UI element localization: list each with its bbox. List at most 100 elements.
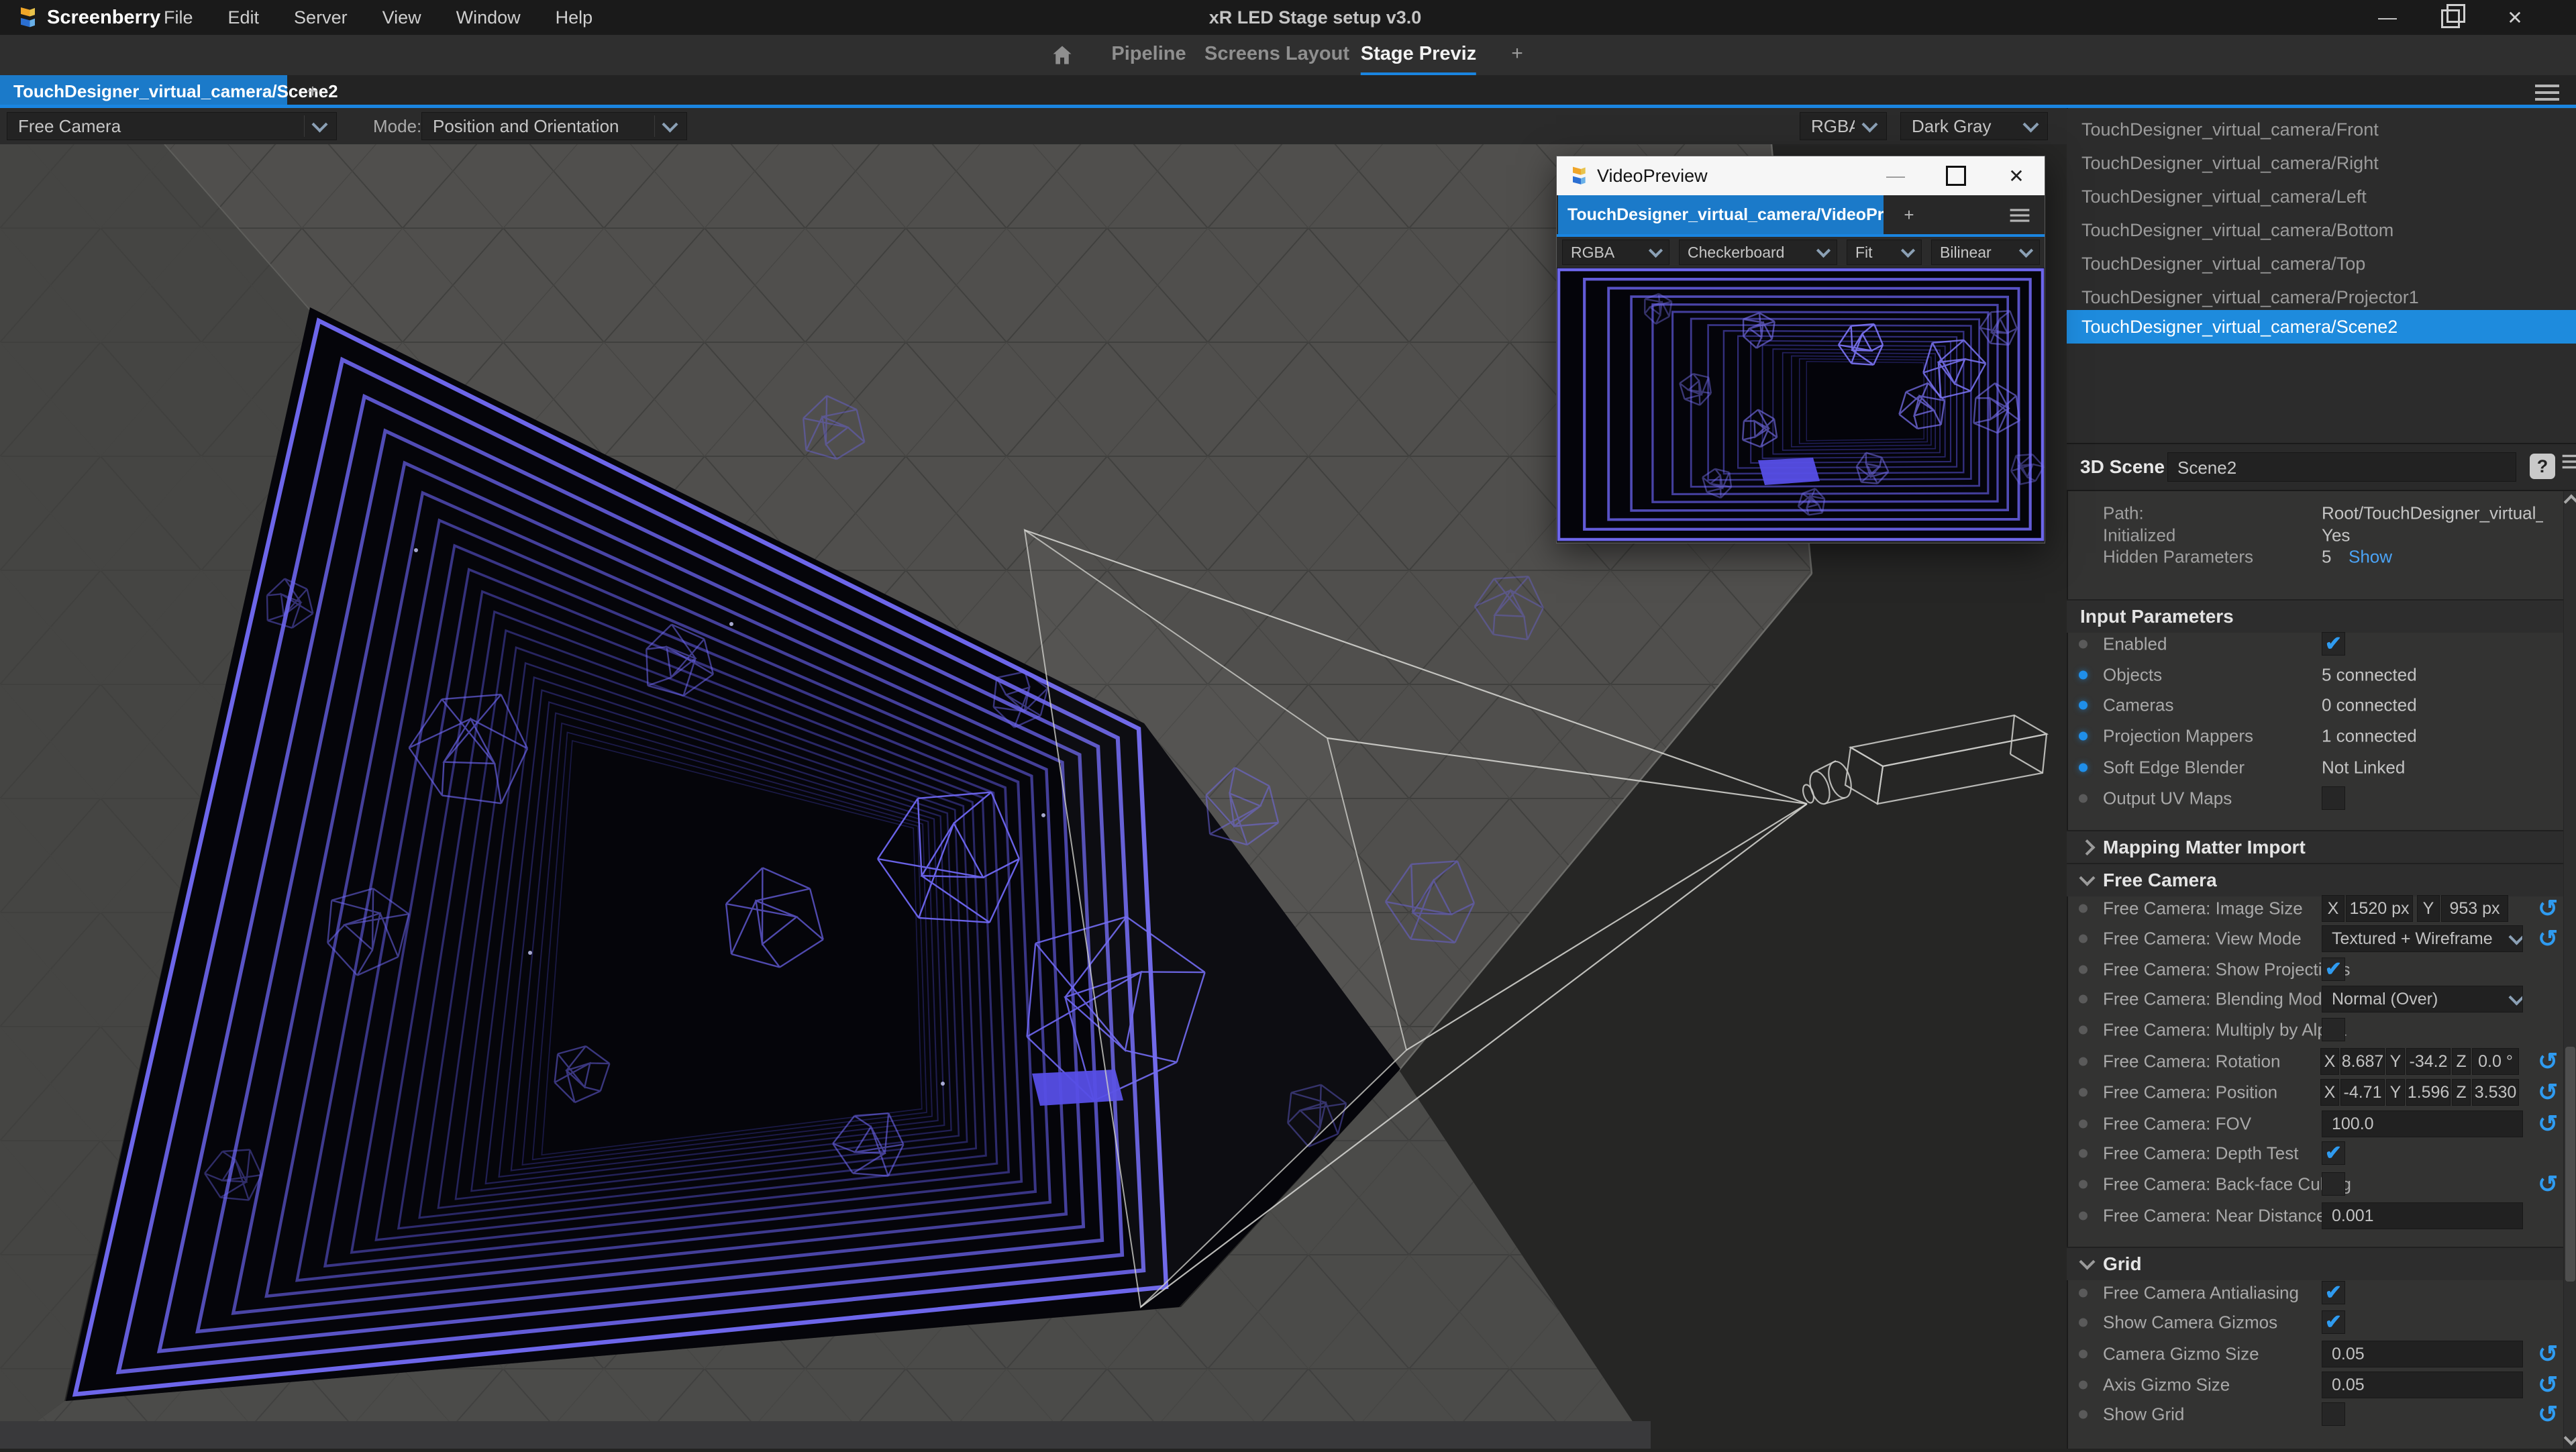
video-preview-titlebar[interactable]: VideoPreview — ✕ bbox=[1557, 156, 2045, 195]
menu-server[interactable]: Server bbox=[291, 0, 350, 35]
show-grid-checkbox[interactable] bbox=[2322, 1402, 2345, 1426]
image-size-y-field[interactable]: 953 px bbox=[2441, 895, 2508, 922]
camera-list-item[interactable]: TouchDesigner_virtual_camera/Top bbox=[2067, 247, 2576, 280]
param-label: Camera Gizmo Size bbox=[2103, 1344, 2259, 1365]
param-bullet bbox=[2079, 904, 2088, 913]
scene-name-input[interactable]: Scene2 bbox=[2167, 452, 2516, 482]
show-projections-checkbox[interactable] bbox=[2322, 957, 2345, 981]
reset-icon[interactable]: ↺ bbox=[2538, 1373, 2558, 1397]
video-preview-menu-icon[interactable] bbox=[2010, 206, 2030, 225]
rotation-y-field[interactable]: -34.2 bbox=[2406, 1048, 2451, 1075]
document-tab-add-button[interactable]: + bbox=[299, 75, 326, 107]
param-row-blending-mode: Free Camera: Blending Mode Normal (Over) bbox=[2067, 984, 2566, 1014]
reset-icon[interactable]: ↺ bbox=[2538, 1112, 2558, 1136]
param-row-axis-gizmo-size: Axis Gizmo Size 0.05 ↺ bbox=[2067, 1370, 2566, 1400]
section-title: Input Parameters bbox=[2080, 606, 2234, 627]
reset-icon[interactable]: ↺ bbox=[2538, 1172, 2558, 1196]
param-bullet bbox=[2079, 1120, 2088, 1129]
camera-list-item[interactable]: TouchDesigner_virtual_camera/Front bbox=[2067, 113, 2576, 146]
section-free-camera[interactable]: Free Camera bbox=[2067, 863, 2575, 896]
param-label: Output UV Maps bbox=[2103, 788, 2232, 809]
param-bullet bbox=[2079, 671, 2088, 680]
preview-filter-dropdown[interactable]: Bilinear bbox=[1931, 240, 2040, 265]
preview-fit-dropdown[interactable]: Fit bbox=[1847, 240, 1922, 265]
menu-view[interactable]: View bbox=[380, 0, 424, 35]
position-y-field[interactable]: 1.596 bbox=[2406, 1079, 2451, 1106]
reset-icon[interactable]: ↺ bbox=[2538, 1080, 2558, 1104]
nav-add-button[interactable]: + bbox=[1511, 35, 1523, 72]
home-icon[interactable] bbox=[1050, 43, 1074, 67]
minimize-button[interactable]: — bbox=[2367, 0, 2408, 35]
position-z-field[interactable]: 3.530 bbox=[2472, 1079, 2519, 1106]
camera-list-item[interactable]: TouchDesigner_virtual_camera/Projector1 bbox=[2067, 280, 2576, 314]
scroll-up-icon[interactable] bbox=[2564, 495, 2576, 510]
document-tab-active[interactable]: TouchDesigner_virtual_camera/Scene2 bbox=[0, 75, 287, 107]
reset-icon[interactable]: ↺ bbox=[2538, 1049, 2558, 1074]
video-preview-tab[interactable]: TouchDesigner_virtual_camera/VideoPrevie… bbox=[1558, 195, 1884, 234]
video-preview-content[interactable] bbox=[1557, 268, 2045, 541]
reset-icon[interactable]: ↺ bbox=[2538, 1402, 2558, 1427]
param-bullet bbox=[2079, 995, 2088, 1004]
position-x-field[interactable]: -4.71 bbox=[2340, 1079, 2385, 1106]
menu-help[interactable]: Help bbox=[553, 0, 596, 35]
menu-edit[interactable]: Edit bbox=[225, 0, 262, 35]
multiply-alpha-checkbox[interactable] bbox=[2322, 1018, 2345, 1041]
close-button[interactable]: ✕ bbox=[2495, 0, 2535, 35]
axis-z-badge: Z bbox=[2452, 1079, 2471, 1106]
depth-test-checkbox[interactable] bbox=[2322, 1141, 2345, 1165]
video-preview-tab-add[interactable]: + bbox=[1896, 195, 1922, 234]
tab-stage-previz[interactable]: Stage Previz bbox=[1361, 35, 1476, 76]
channel-dropdown[interactable]: RGBA bbox=[1800, 112, 1887, 140]
scroll-down-icon[interactable] bbox=[2564, 1431, 2576, 1446]
maximize-button[interactable] bbox=[1933, 156, 1979, 195]
restore-icon bbox=[2441, 9, 2460, 28]
param-row-show-camera-gizmos: Show Camera Gizmos bbox=[2067, 1308, 2566, 1337]
chevron-down-icon bbox=[1816, 243, 1831, 257]
background-dropdown[interactable]: Dark Gray bbox=[1900, 112, 2048, 140]
image-size-x-field[interactable]: 1520 px bbox=[2346, 895, 2413, 922]
backface-culling-checkbox[interactable] bbox=[2322, 1172, 2345, 1196]
show-camera-gizmos-checkbox[interactable] bbox=[2322, 1310, 2345, 1334]
enabled-checkbox[interactable] bbox=[2322, 632, 2345, 656]
camera-list-item[interactable]: TouchDesigner_virtual_camera/Bottom bbox=[2067, 213, 2576, 247]
param-label: Free Camera: Back-face Culling bbox=[2103, 1174, 2351, 1195]
tab-pipeline[interactable]: Pipeline bbox=[1111, 35, 1186, 72]
output-uv-maps-checkbox[interactable] bbox=[2322, 786, 2345, 810]
antialiasing-checkbox[interactable] bbox=[2322, 1281, 2345, 1304]
rotation-x-field[interactable]: 8.687 bbox=[2340, 1048, 2385, 1075]
restore-button[interactable] bbox=[2430, 0, 2471, 35]
view-mode-dropdown[interactable]: Textured + Wireframe bbox=[2322, 925, 2523, 952]
video-preview-window[interactable]: VideoPreview — ✕ TouchDesigner_virtual_c… bbox=[1556, 156, 2045, 543]
preview-channel-dropdown[interactable]: RGBA bbox=[1562, 240, 1669, 265]
camera-gizmo-size-field[interactable]: 0.05 bbox=[2322, 1341, 2523, 1367]
preview-background-dropdown[interactable]: Checkerboard bbox=[1679, 240, 1837, 265]
section-mapping-matter[interactable]: Mapping Matter Import bbox=[2067, 830, 2575, 864]
rotation-z-field[interactable]: 0.0 ° bbox=[2472, 1048, 2519, 1075]
mode-dropdown[interactable]: Position and Orientation bbox=[421, 112, 687, 140]
scene-menu-icon[interactable] bbox=[2563, 452, 2576, 472]
minimize-button[interactable]: — bbox=[1872, 156, 1919, 195]
camera-list-item[interactable]: TouchDesigner_virtual_camera/Right bbox=[2067, 146, 2576, 180]
param-row-camera-gizmo-size: Camera Gizmo Size 0.05 ↺ bbox=[2067, 1339, 2566, 1369]
camera-select-dropdown[interactable]: Free Camera bbox=[7, 112, 337, 140]
fov-field[interactable]: 100.0 bbox=[2322, 1110, 2523, 1137]
menu-file[interactable]: File bbox=[161, 0, 196, 35]
tab-screens-layout[interactable]: Screens Layout bbox=[1204, 35, 1349, 72]
panel-scrollbar[interactable] bbox=[2563, 491, 2576, 1449]
tabbar-menu-icon[interactable] bbox=[2535, 81, 2559, 105]
section-grid[interactable]: Grid bbox=[2067, 1247, 2575, 1280]
reset-icon[interactable]: ↺ bbox=[2538, 1342, 2558, 1366]
camera-list-item[interactable]: TouchDesigner_virtual_camera/Left bbox=[2067, 180, 2576, 213]
reset-icon[interactable]: ↺ bbox=[2538, 927, 2558, 951]
show-hidden-link[interactable]: Show bbox=[2349, 547, 2392, 568]
reset-icon[interactable]: ↺ bbox=[2538, 896, 2558, 921]
menu-window[interactable]: Window bbox=[454, 0, 523, 35]
maximize-icon bbox=[1946, 166, 1966, 186]
close-button[interactable]: ✕ bbox=[1993, 156, 2040, 195]
blending-mode-dropdown[interactable]: Normal (Over) bbox=[2322, 986, 2523, 1013]
scrollbar-thumb[interactable] bbox=[2565, 1047, 2575, 1282]
camera-list-item-selected[interactable]: TouchDesigner_virtual_camera/Scene2 bbox=[2067, 310, 2576, 344]
help-icon[interactable]: ? bbox=[2530, 454, 2555, 479]
near-distance-field[interactable]: 0.001 bbox=[2322, 1202, 2523, 1229]
axis-gizmo-size-field[interactable]: 0.05 bbox=[2322, 1371, 2523, 1398]
